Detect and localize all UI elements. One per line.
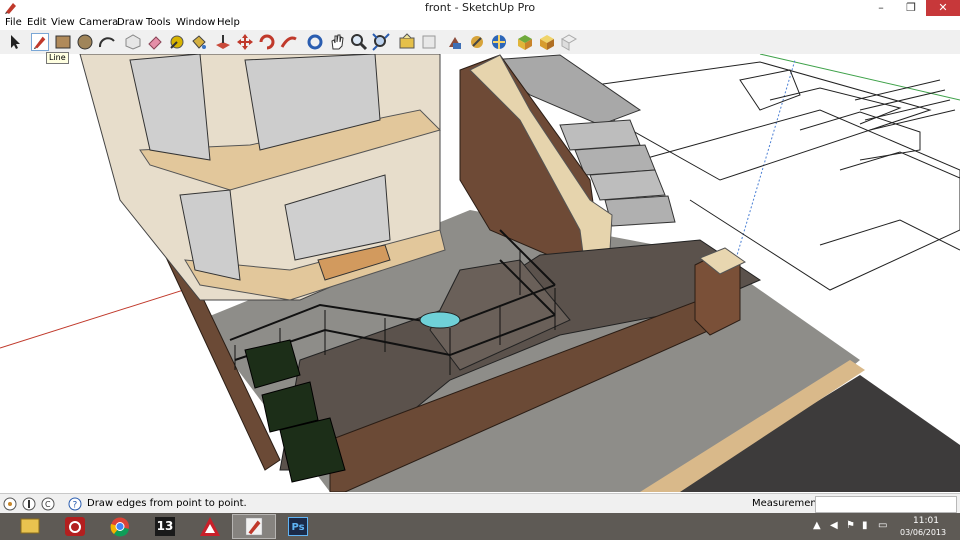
file-explorer-icon[interactable] [10,514,50,539]
close-button[interactable]: ✕ [926,0,960,16]
flag-icon[interactable]: ⚑ [846,520,855,531]
photoshop-icon[interactable]: Ps [278,514,318,539]
components-icon[interactable] [446,33,464,51]
speaker-icon[interactable]: ◀ [830,520,838,531]
stair-step-1 [559,119,641,151]
3d-warehouse-icon[interactable] [490,33,508,51]
menu-bar: File Edit View Camera Draw Tools Window … [0,16,960,30]
keyboard-icon[interactable]: ▭ [878,520,887,531]
get-models-icon[interactable] [398,33,416,51]
pencil-line-icon[interactable] [31,33,49,51]
layout-icon[interactable] [538,33,556,51]
zoom-icon[interactable] [350,33,368,51]
orbit-icon[interactable] [306,33,324,51]
extension-icon[interactable] [516,33,534,51]
status-bar: C ? Draw edges from point to point. Meas… [0,493,960,514]
credits-icon[interactable] [22,497,36,511]
menu-help[interactable]: Help [214,16,243,30]
window-title: front - SketchUp Pro [424,1,536,14]
follow-me-icon[interactable] [280,33,298,51]
photoshop-label: Ps [288,517,308,536]
rotate-icon[interactable] [258,33,276,51]
zoom-extents-icon[interactable] [372,33,390,51]
patio-table [419,311,461,329]
model-viewport[interactable] [0,54,960,492]
paint-bucket-icon[interactable] [190,33,208,51]
stair-step-3 [589,169,666,201]
svg-text:?: ? [73,501,78,511]
push-pull-icon[interactable] [214,33,232,51]
select-icon[interactable] [6,33,24,51]
user-account-icon[interactable]: C [41,497,55,511]
rectangle-icon[interactable] [54,33,72,51]
autocad-icon[interactable] [190,514,230,539]
model-drawing [0,54,960,492]
maximize-button[interactable]: ❐ [898,0,924,16]
minimize-button[interactable]: – [868,0,894,16]
tray-expand-icon[interactable]: ▲ [813,520,821,531]
eraser-icon[interactable] [146,33,164,51]
main-toolbar [0,30,960,55]
share-model-icon[interactable] [420,33,438,51]
tape-measure-icon[interactable] [168,33,186,51]
send-icon[interactable] [560,33,578,51]
move-icon[interactable] [236,33,254,51]
menu-edit[interactable]: Edit [24,16,49,30]
styles-icon[interactable] [468,33,486,51]
status-hint: Draw edges from point to point. [87,498,247,509]
app-13-label: 13 [155,517,175,536]
network-icon[interactable]: ▮ [862,520,868,531]
sketchup-icon[interactable] [232,514,276,539]
menu-tools[interactable]: Tools [143,16,174,30]
clock-date[interactable]: 03/06/2013 [900,528,946,537]
geo-location-icon[interactable] [3,497,17,511]
power-icon[interactable] [55,514,95,539]
menu-window[interactable]: Window [173,16,218,30]
menu-draw[interactable]: Draw [114,16,146,30]
menu-view[interactable]: View [48,16,78,30]
title-bar: front - SketchUp Pro – ❐ ✕ [0,0,960,16]
menu-file[interactable]: File [2,16,25,30]
pan-icon[interactable] [328,33,346,51]
help-icon[interactable]: ? [68,497,82,511]
stair-step-4 [604,195,676,227]
chrome-icon[interactable] [100,514,140,539]
line-tooltip: Line [46,52,69,64]
windows-taskbar: 13 Ps ▲ ◀ ⚑ ▮ ▭ 11:01 03/06/2013 [0,513,960,540]
clock-time[interactable]: 11:01 [913,516,939,526]
app-13-icon[interactable]: 13 [145,514,185,539]
blue-axis-line [734,59,796,263]
svg-text:C: C [45,500,51,509]
arc-icon[interactable] [98,33,116,51]
circle-icon[interactable] [76,33,94,51]
measurements-input[interactable] [815,496,957,513]
make-component-icon[interactable] [124,33,142,51]
